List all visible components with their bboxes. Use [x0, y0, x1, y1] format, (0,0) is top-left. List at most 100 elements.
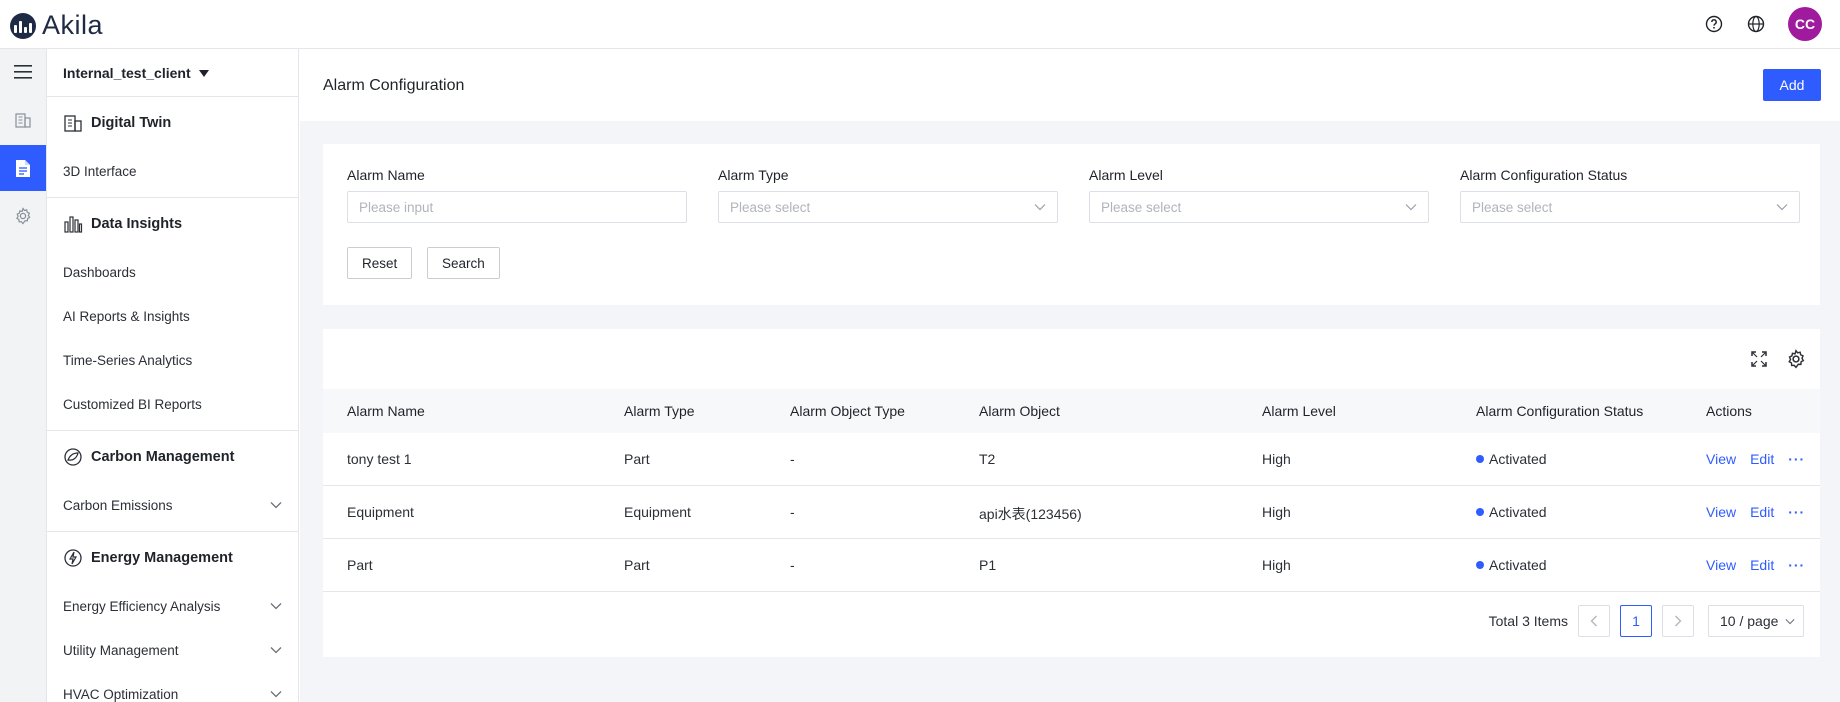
alarm-name-input[interactable]: Please input [347, 191, 687, 223]
caret-down-icon [198, 69, 209, 77]
column-header: Actions [1706, 403, 1752, 419]
more-actions-icon[interactable]: ··· [1788, 504, 1805, 520]
column-settings-icon[interactable] [1786, 349, 1806, 374]
gear-icon [16, 207, 31, 225]
nav-item-label: HVAC Optimization [63, 686, 179, 702]
cell-actions: View Edit ··· [1706, 504, 1805, 520]
app-logo[interactable]: Akila [10, 10, 103, 41]
page-size-select[interactable]: 10 / page [1708, 605, 1804, 637]
prev-page-button[interactable] [1578, 605, 1610, 637]
section-carbon-management: Carbon Management Carbon Emissions [47, 431, 298, 532]
chevron-down-icon [270, 603, 282, 610]
edit-link[interactable]: Edit [1750, 451, 1774, 467]
reset-button[interactable]: Reset [347, 247, 413, 279]
more-actions-icon[interactable]: ··· [1788, 451, 1805, 467]
column-header: Alarm Level [1262, 403, 1336, 419]
nav-item-utility-management[interactable]: Utility Management [47, 628, 298, 672]
filter-alarm-name: Alarm Name Please input [347, 167, 687, 223]
alarm-level-select[interactable]: Please select [1089, 191, 1429, 223]
page-number-button[interactable]: 1 [1620, 605, 1652, 637]
chevron-down-icon [1405, 204, 1417, 211]
next-page-button[interactable] [1662, 605, 1694, 637]
building-icon [64, 115, 82, 132]
cell-alarm-type: Equipment [624, 504, 691, 520]
field-label: Alarm Level [1089, 167, 1163, 183]
alarm-config-status-select[interactable]: Please select [1460, 191, 1800, 223]
search-button[interactable]: Search [427, 247, 500, 279]
nav-item-ai-reports[interactable]: AI Reports & Insights [47, 294, 298, 338]
cell-alarm-name: Equipment [347, 504, 414, 520]
cell-alarm-object: api水表(123456) [979, 506, 1082, 522]
status-text: Activated [1489, 557, 1547, 573]
section-title: Digital Twin [91, 115, 172, 131]
view-link[interactable]: View [1706, 557, 1736, 573]
document-icon [16, 159, 30, 177]
chevron-down-icon [270, 647, 282, 654]
alarm-type-select[interactable]: Please select [718, 191, 1058, 223]
top-bar: Akila CC [0, 0, 1840, 49]
add-button[interactable]: Add [1763, 69, 1821, 101]
nav-item-dashboards[interactable]: Dashboards [47, 250, 298, 294]
client-selector[interactable]: Internal_test_client [47, 49, 298, 97]
view-link[interactable]: View [1706, 504, 1736, 520]
user-avatar[interactable]: CC [1788, 7, 1822, 41]
cell-actions: View Edit ··· [1706, 557, 1805, 573]
cell-alarm-object: T2 [979, 451, 996, 467]
column-header: Alarm Object [979, 403, 1060, 419]
column-header: Alarm Configuration Status [1476, 403, 1644, 419]
nav-item-label: 3D Interface [63, 163, 137, 179]
cell-status: Activated [1476, 557, 1547, 573]
nav-item-label: Carbon Emissions [63, 497, 173, 513]
filter-panel: Alarm Name Please input Alarm Type Pleas… [323, 144, 1820, 305]
nav-item-label: Time-Series Analytics [63, 352, 193, 368]
status-dot-icon [1476, 455, 1484, 463]
nav-item-carbon-emissions[interactable]: Carbon Emissions [47, 483, 298, 527]
rail-settings-button[interactable] [0, 193, 46, 239]
table-row: Part Part - P1 High Activated View Edit ··… [323, 539, 1820, 592]
client-name: Internal_test_client [63, 64, 191, 81]
nav-item-energy-efficiency[interactable]: Energy Efficiency Analysis [47, 584, 298, 628]
section-header-energy-management[interactable]: Energy Management [47, 532, 298, 584]
column-header: Alarm Type [624, 403, 695, 419]
leaf-globe-icon [64, 448, 82, 466]
cell-alarm-object-type: - [790, 557, 795, 573]
cell-alarm-level: High [1262, 557, 1291, 573]
section-title: Data Insights [91, 216, 183, 232]
edit-link[interactable]: Edit [1750, 557, 1774, 573]
nav-item-time-series[interactable]: Time-Series Analytics [47, 338, 298, 382]
more-actions-icon[interactable]: ··· [1788, 557, 1805, 573]
column-header: Alarm Name [347, 403, 425, 419]
nav-item-hvac-optimization[interactable]: HVAC Optimization [47, 672, 298, 702]
input-placeholder: Please input [359, 199, 434, 215]
chevron-down-icon [1776, 204, 1788, 211]
page-header: Alarm Configuration Add [300, 49, 1840, 121]
section-header-data-insights[interactable]: Data Insights [47, 198, 298, 250]
column-header: Alarm Object Type [790, 403, 905, 419]
section-header-carbon-management[interactable]: Carbon Management [47, 431, 298, 483]
rail-buildings-button[interactable] [0, 97, 46, 143]
filter-alarm-config-status: Alarm Configuration Status Please select [1460, 167, 1800, 223]
pagination: Total 3 Items 1 10 / page [1489, 605, 1804, 637]
nav-item-label: Customized BI Reports [63, 396, 202, 412]
menu-toggle-button[interactable] [0, 49, 46, 95]
edit-link[interactable]: Edit [1750, 504, 1774, 520]
cell-actions: View Edit ··· [1706, 451, 1805, 467]
rail-reports-button[interactable] [0, 145, 46, 191]
section-header-digital-twin[interactable]: Digital Twin [47, 97, 298, 149]
globe-icon[interactable] [1746, 14, 1766, 34]
main-content: Alarm Configuration Add Alarm Name Pleas… [300, 49, 1840, 702]
view-link[interactable]: View [1706, 451, 1736, 467]
cell-alarm-level: High [1262, 504, 1291, 520]
cell-status: Activated [1476, 451, 1547, 467]
status-text: Activated [1489, 504, 1547, 520]
nav-item-bi-reports[interactable]: Customized BI Reports [47, 382, 298, 426]
nav-item-3d-interface[interactable]: 3D Interface [47, 149, 298, 193]
energy-icon [64, 549, 82, 567]
cell-alarm-object: P1 [979, 557, 997, 573]
fullscreen-icon[interactable] [1750, 350, 1768, 373]
nav-item-label: Utility Management [63, 642, 179, 658]
cell-alarm-name: Part [347, 557, 373, 573]
section-title: Energy Management [91, 550, 233, 566]
cell-status: Activated [1476, 504, 1547, 520]
help-icon[interactable] [1704, 14, 1724, 34]
